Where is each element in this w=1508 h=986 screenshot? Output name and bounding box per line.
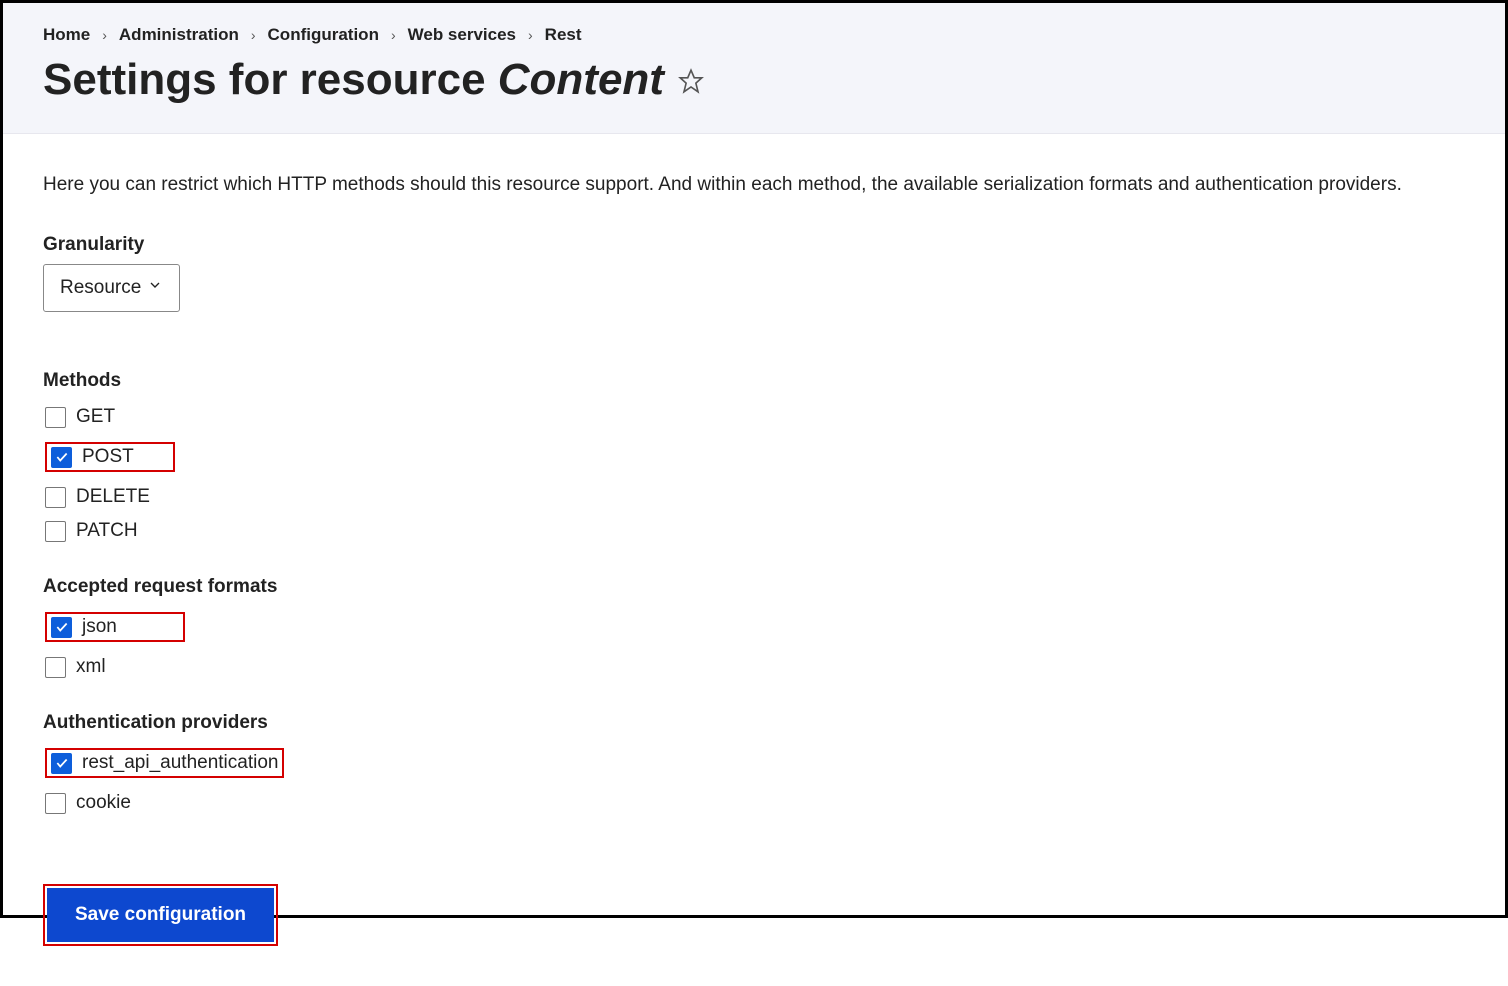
intro-text: Here you can restrict which HTTP methods… <box>43 174 1465 196</box>
checkbox-label: DELETE <box>76 486 150 508</box>
star-icon[interactable] <box>678 55 704 105</box>
granularity-label: Granularity <box>43 234 1465 256</box>
checkbox[interactable] <box>45 657 66 678</box>
checkbox[interactable] <box>51 753 72 774</box>
auth-group: Authentication providers rest_api_authen… <box>43 712 1465 820</box>
checkbox[interactable] <box>45 793 66 814</box>
checkbox-label: GET <box>76 406 115 428</box>
granularity-group: Granularity Resource <box>43 234 1465 342</box>
chevron-down-icon <box>147 277 163 299</box>
save-button-highlight: Save configuration <box>43 884 278 946</box>
list-item: cookie <box>43 786 1465 820</box>
checkbox-row: json <box>45 612 185 642</box>
checkbox-label: xml <box>76 656 106 678</box>
checkbox-label: json <box>82 616 117 638</box>
content-region: Here you can restrict which HTTP methods… <box>3 134 1505 986</box>
breadcrumb-item[interactable]: Web services <box>408 25 516 45</box>
methods-label: Methods <box>43 370 1465 392</box>
checkbox[interactable] <box>45 407 66 428</box>
header-region: Home › Administration › Configuration › Web se… <box>3 3 1505 134</box>
checkbox-label: POST <box>82 446 134 468</box>
formats-label: Accepted request formats <box>43 576 1465 598</box>
breadcrumb-separator: › <box>528 27 533 43</box>
breadcrumb-item[interactable]: Rest <box>545 25 582 45</box>
breadcrumb-separator: › <box>391 27 396 43</box>
formats-group: Accepted request formats json xml <box>43 576 1465 684</box>
checkbox[interactable] <box>51 447 72 468</box>
checkbox[interactable] <box>51 617 72 638</box>
granularity-select[interactable]: Resource <box>43 264 180 312</box>
page-title: Settings for resource Content <box>43 55 1465 105</box>
checkbox-row: rest_api_authentication <box>45 748 284 778</box>
breadcrumb-separator: › <box>102 27 107 43</box>
breadcrumb-item[interactable]: Administration <box>119 25 239 45</box>
auth-label: Authentication providers <box>43 712 1465 734</box>
breadcrumb-item[interactable]: Configuration <box>268 25 379 45</box>
breadcrumb-separator: › <box>251 27 256 43</box>
granularity-value: Resource <box>60 277 141 299</box>
list-item: GET <box>43 400 1465 434</box>
page-title-prefix: Settings for resource <box>43 55 498 104</box>
list-item: json <box>43 606 1465 648</box>
save-button[interactable]: Save configuration <box>47 888 274 942</box>
checkbox-label: PATCH <box>76 520 138 542</box>
breadcrumb-item[interactable]: Home <box>43 25 90 45</box>
checkbox[interactable] <box>45 487 66 508</box>
list-item: POST <box>43 436 1465 478</box>
page-title-resource: Content <box>498 55 664 104</box>
checkbox[interactable] <box>45 521 66 542</box>
list-item: xml <box>43 650 1465 684</box>
checkbox-row: POST <box>45 442 175 472</box>
methods-group: Methods GET POST DELETE PATCH <box>43 370 1465 548</box>
list-item: rest_api_authentication <box>43 742 1465 784</box>
list-item: PATCH <box>43 514 1465 548</box>
list-item: DELETE <box>43 480 1465 514</box>
checkbox-label: rest_api_authentication <box>82 752 278 774</box>
breadcrumb: Home › Administration › Configuration › Web se… <box>43 25 1465 45</box>
checkbox-label: cookie <box>76 792 131 814</box>
